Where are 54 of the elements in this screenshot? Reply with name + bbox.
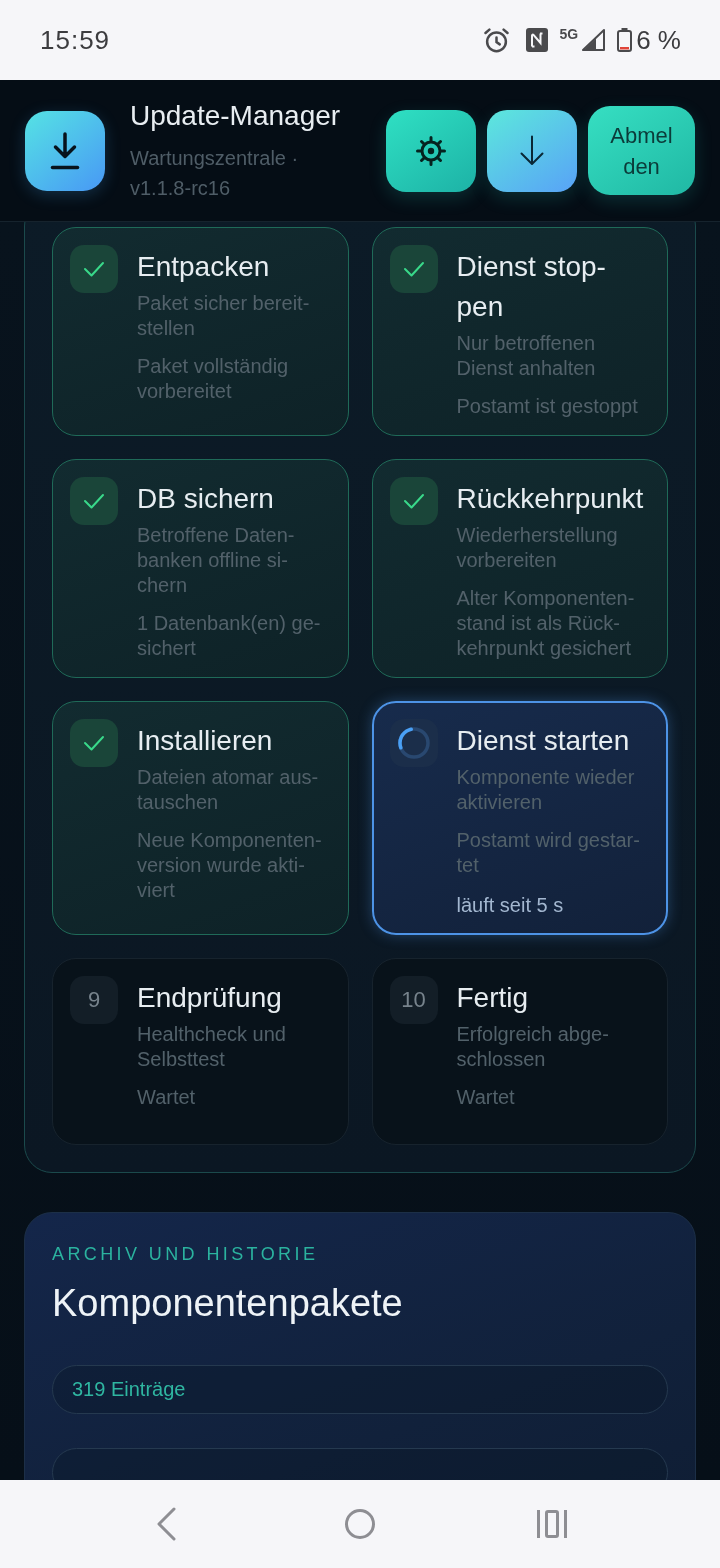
step-description: Komponente wieder aktivieren xyxy=(456,765,636,815)
check-icon xyxy=(389,245,438,293)
step-status: Paket vollständig vorbereitet xyxy=(137,354,290,404)
back-icon[interactable] xyxy=(156,1507,176,1541)
step-status: Wartet xyxy=(456,1085,516,1110)
step-title: Entpacken xyxy=(137,250,271,284)
clock-time: 15:59 xyxy=(40,24,111,56)
gear-icon xyxy=(415,134,447,167)
step-status: Alter Komponenten-stand ist als Rück-kehrpunkt gesichert xyxy=(456,586,636,661)
check-icon xyxy=(70,477,118,525)
check-icon xyxy=(70,719,118,767)
elapsed-time: läuft seit 5 s xyxy=(456,893,565,918)
step-description: Nur betroffenen Dienst anhalten xyxy=(456,331,597,381)
recent-apps-icon[interactable] xyxy=(537,1510,567,1538)
app-title: Update-Manager xyxy=(130,99,342,133)
alarm-icon xyxy=(483,27,509,53)
battery-percentage: 6 % xyxy=(636,24,681,56)
step-title: Endprüfung xyxy=(137,981,283,1015)
app-subtitle: Wartungszentrale · v1.1.8-rc16 xyxy=(130,146,300,201)
download-icon xyxy=(25,110,105,191)
step-title: Dienst stop-pen xyxy=(456,250,607,324)
step-title: Dienst starten xyxy=(456,724,631,758)
step-number: 9 xyxy=(70,976,118,1024)
nfc-icon xyxy=(525,28,548,52)
section-label: ARCHIV UND HISTORIE xyxy=(52,1243,320,1266)
step-description: Healthcheck und Selbsttest xyxy=(137,1022,287,1072)
step-status: Wartet xyxy=(137,1085,197,1110)
step-status: 1 Datenbank(en) ge-sichert xyxy=(137,611,322,661)
step-description: Betroffene Daten-banken offline si-chern xyxy=(137,523,296,598)
step-title: Rückkehrpunkt xyxy=(456,482,645,516)
signal-icon xyxy=(582,29,606,51)
step-description: Wiederherstellung vorbereiten xyxy=(456,523,619,573)
step-title: Installieren xyxy=(137,724,274,758)
home-icon[interactable] xyxy=(345,1509,375,1539)
battery-icon xyxy=(617,28,633,52)
settings-button[interactable] xyxy=(386,109,476,192)
step-status: Postamt wird gestar-tet xyxy=(456,828,641,878)
step-description: Erfolgreich abge-schlossen xyxy=(456,1022,610,1072)
spinner-icon xyxy=(389,719,438,767)
step-status: Postamt ist gestoppt xyxy=(456,394,639,419)
step-number: 10 xyxy=(389,976,438,1024)
download-button[interactable] xyxy=(487,109,577,192)
check-icon xyxy=(70,245,118,293)
arrow-down-icon xyxy=(519,135,545,166)
logout-button[interactable]: Abmelden xyxy=(588,106,695,195)
step-description: Paket sicher bereit-stellen xyxy=(137,291,311,341)
network-type: 5G xyxy=(559,27,579,41)
step-title: DB sichern xyxy=(137,482,275,516)
section-title: Komponentenpakete xyxy=(52,1281,404,1325)
step-status: Neue Komponenten-version wurde akti-viert xyxy=(137,828,323,903)
entry-count: 319 Einträge xyxy=(52,1365,668,1414)
step-title: Fertig xyxy=(456,981,530,1015)
step-description: Dateien atomar aus-tauschen xyxy=(137,765,320,815)
check-icon xyxy=(389,477,438,525)
